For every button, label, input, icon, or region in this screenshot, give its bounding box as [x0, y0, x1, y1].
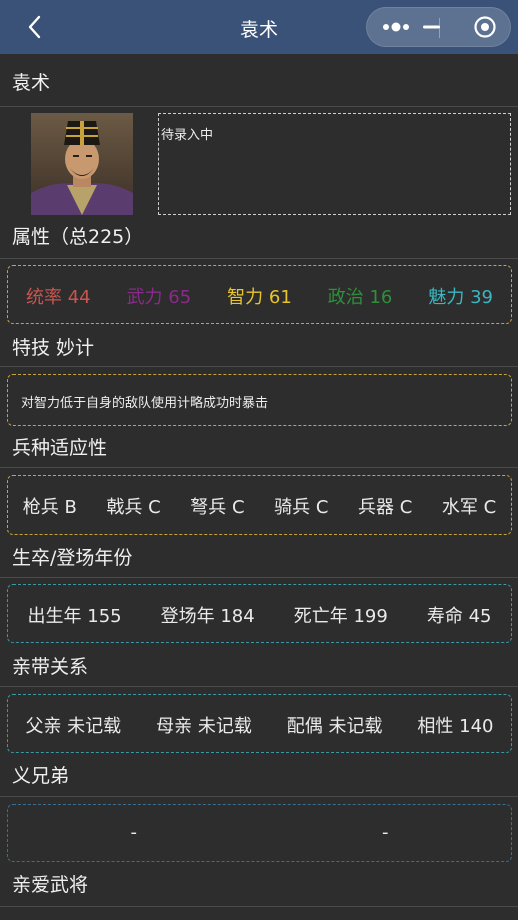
skill-heading: 特技 妙计 [12, 337, 95, 359]
divider [0, 577, 518, 578]
affinity: 相性 140 [417, 716, 494, 737]
attr-command: 统率 44 [25, 287, 91, 308]
spouse: 配偶 未记载 [286, 716, 383, 737]
attr-force: 武力 65 [126, 287, 192, 308]
troops-box: 枪兵 B 戟兵 C 弩兵 C 骑兵 C 兵器 C 水军 C [7, 475, 512, 535]
death-year: 死亡年 199 [293, 606, 388, 627]
close-button[interactable] [467, 8, 511, 46]
minus-icon [423, 25, 440, 29]
troop-spear: 枪兵 B [22, 497, 77, 518]
family-heading: 亲带关系 [12, 656, 89, 678]
troops-heading: 兵种适应性 [12, 437, 108, 459]
mother: 母亲 未记载 [156, 716, 252, 737]
divider [0, 906, 518, 907]
sworn-brother-1: - [130, 822, 138, 843]
troop-cavalry: 骑兵 C [274, 497, 329, 518]
lifespan: 寿命 45 [426, 606, 492, 627]
sworn-heading: 义兄弟 [12, 765, 70, 787]
general-portrait [31, 113, 133, 215]
attr-charisma: 魅力 39 [428, 287, 493, 308]
skill-description: 对智力低于自身的敌队使用计略成功时暴击 [21, 396, 269, 411]
divider [0, 467, 518, 468]
divider [0, 796, 518, 797]
years-heading: 生卒/登场年份 [12, 547, 133, 569]
divider [0, 686, 518, 687]
debut-year: 登场年 184 [160, 606, 255, 627]
divider [0, 258, 518, 259]
troop-crossbow: 弩兵 C [190, 497, 245, 518]
biography-box: 待录入中 [158, 113, 511, 215]
divider [0, 106, 518, 107]
sworn-box: - - [7, 804, 512, 862]
attributes-box: 统率 44 武力 65 智力 61 政治 16 魅力 39 [7, 265, 512, 324]
general-name: 袁术 [12, 72, 51, 94]
birth-year: 出生年 155 [27, 606, 122, 627]
troop-halberd: 戟兵 C [106, 497, 161, 518]
father: 父亲 未记载 [25, 716, 122, 737]
divider [0, 366, 518, 367]
mini-program-capsule [366, 7, 511, 47]
years-box: 出生年 155 登场年 184 死亡年 199 寿命 45 [7, 584, 512, 643]
target-circle-icon [474, 16, 496, 38]
skill-box: 对智力低于自身的敌队使用计略成功时暴击 [7, 374, 512, 426]
troop-siege: 兵器 C [358, 497, 413, 518]
attr-intelligence: 智力 61 [227, 287, 292, 308]
favorite-heading: 亲爱武将 [12, 874, 89, 896]
top-navigation-bar: 袁术 [0, 0, 518, 54]
minimize-button[interactable] [411, 8, 467, 46]
attr-politics: 政治 16 [327, 287, 393, 308]
attributes-heading: 属性（总225） [12, 226, 144, 248]
family-box: 父亲 未记载 母亲 未记载 配偶 未记载 相性 140 [7, 694, 512, 753]
sworn-brother-2: - [382, 822, 389, 843]
troop-navy: 水军 C [441, 497, 497, 518]
